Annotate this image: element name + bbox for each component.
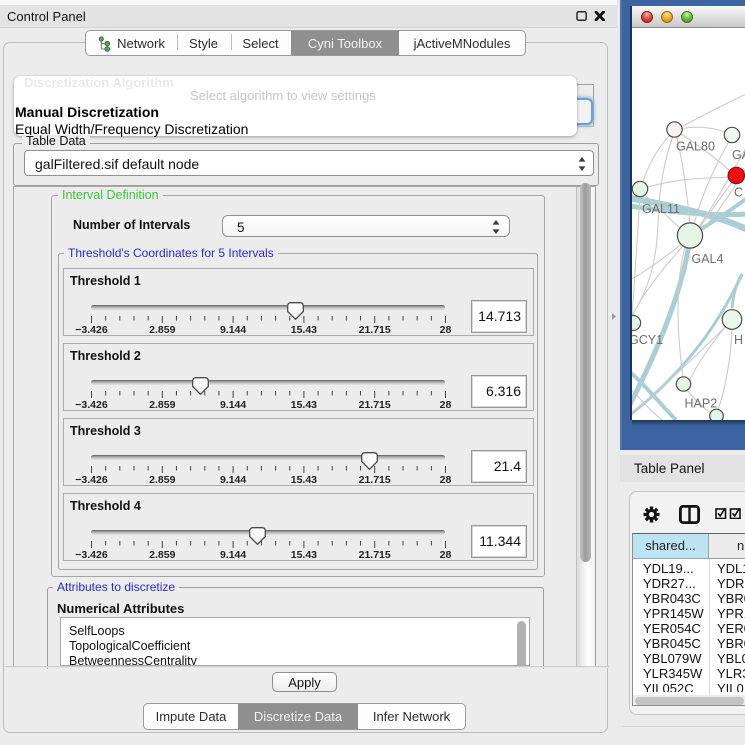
- svg-text:HAP2: HAP2: [685, 397, 718, 411]
- svg-text:GCY1: GCY1: [632, 333, 663, 347]
- svg-text:GAL4: GAL4: [692, 252, 724, 266]
- svg-text:GAL80: GAL80: [676, 140, 715, 154]
- svg-text:GAL11: GAL11: [642, 202, 680, 216]
- svg-text:H: H: [734, 333, 743, 347]
- svg-text:GA: GA: [732, 148, 745, 162]
- svg-text:C: C: [734, 186, 743, 200]
